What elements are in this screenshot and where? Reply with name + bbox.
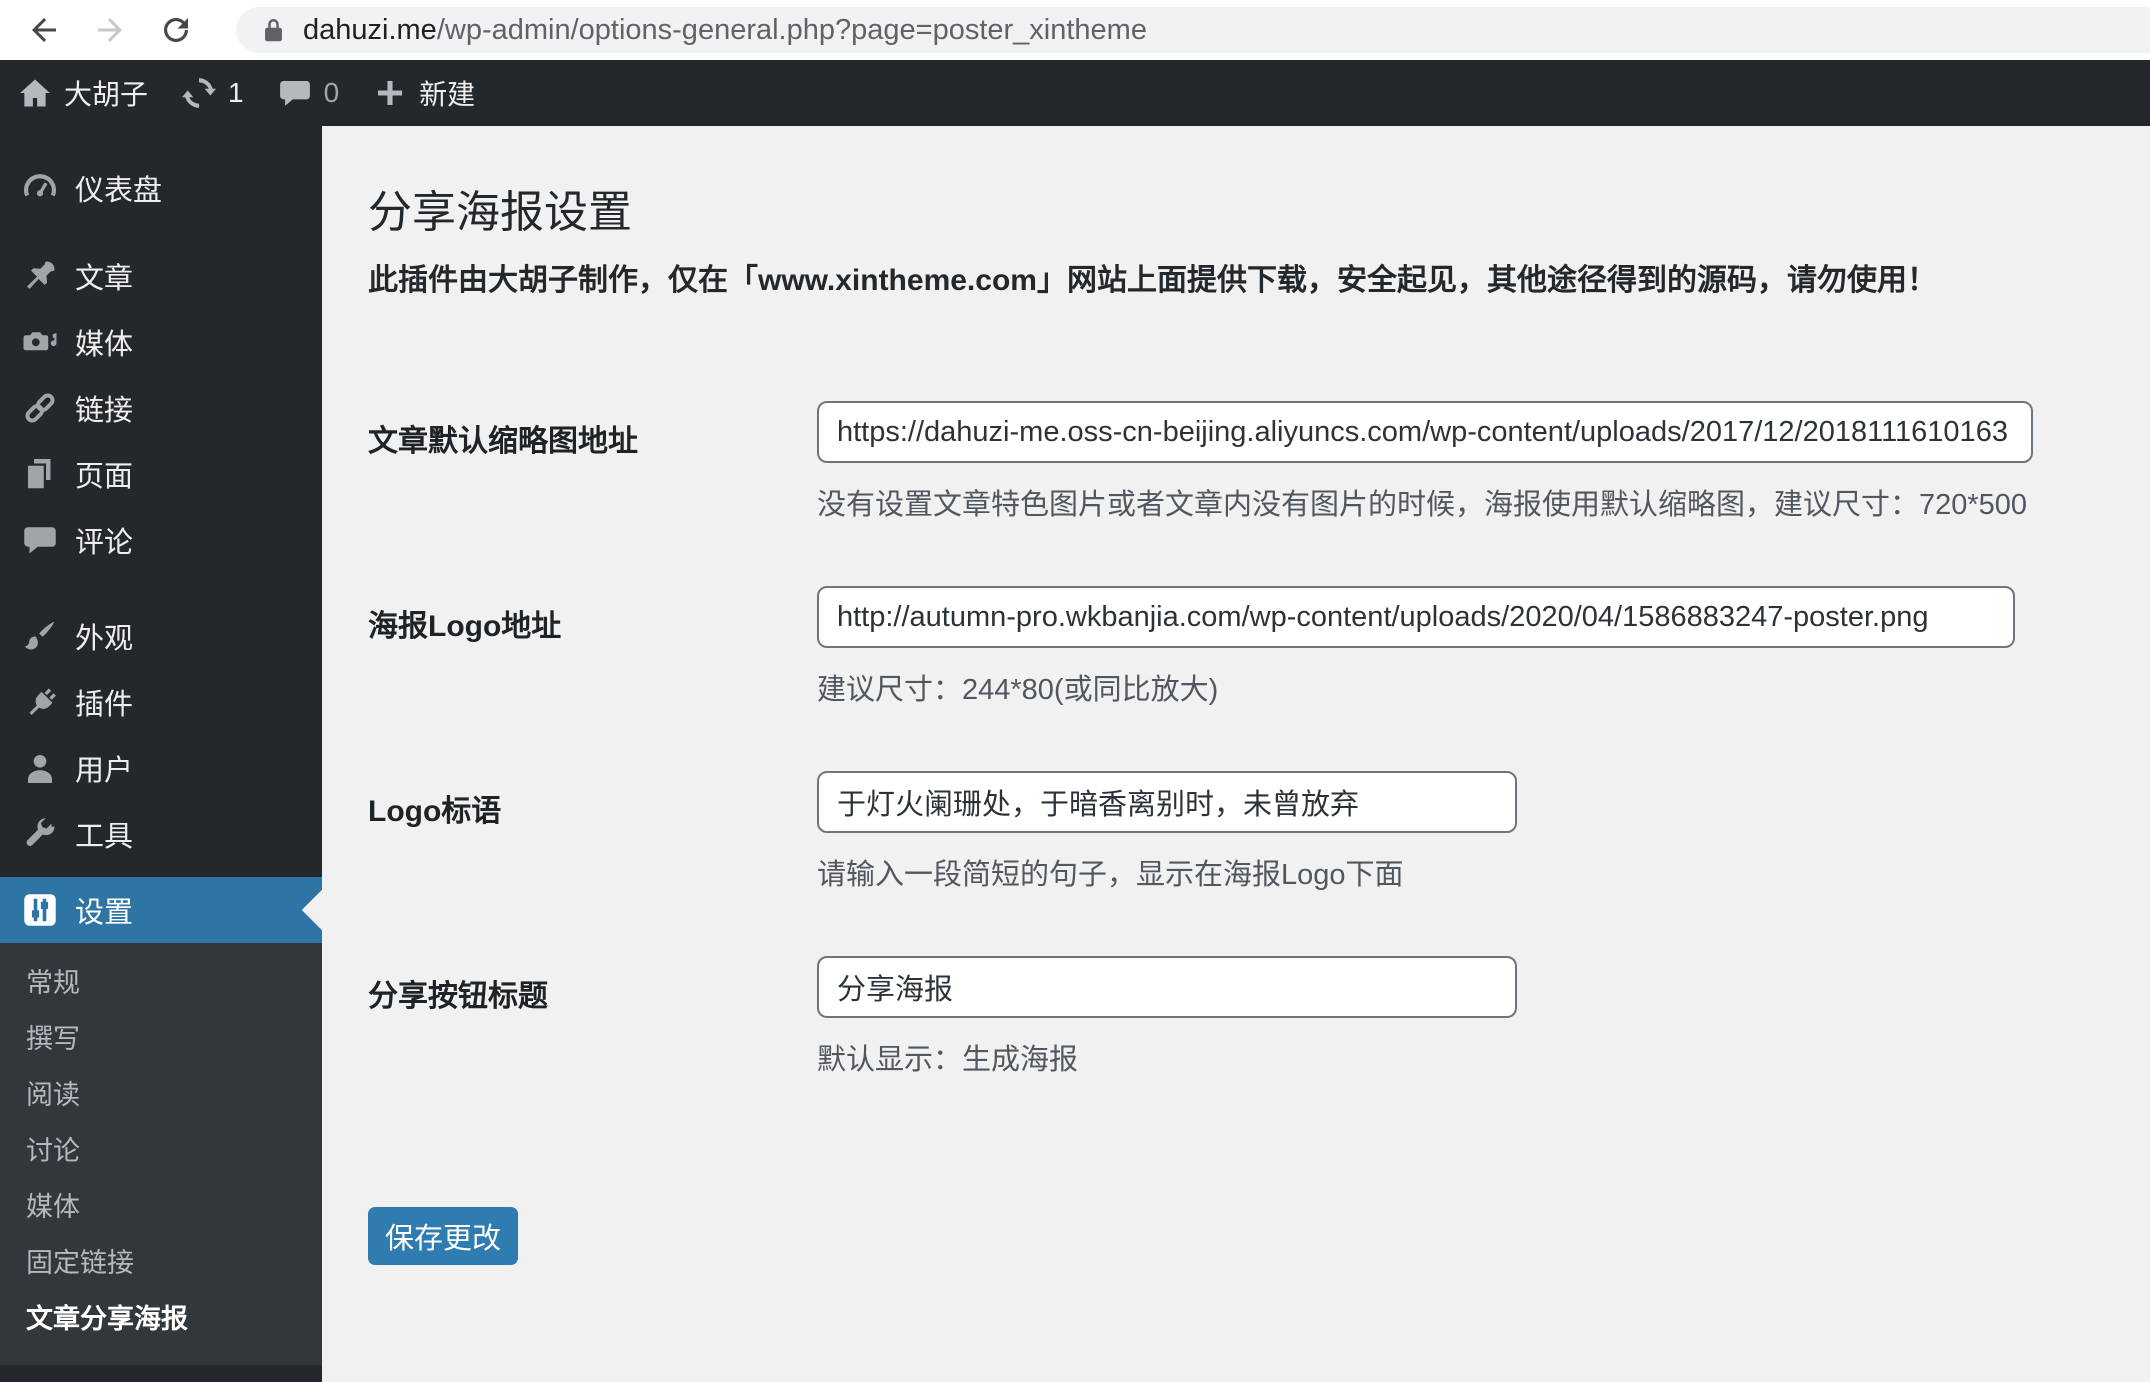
- field-hint: 建议尺寸：244*80(或同比放大): [817, 674, 1219, 707]
- submenu-item-general[interactable]: 常规: [0, 955, 322, 1011]
- comments-bubble-icon: [22, 522, 58, 558]
- form-row-thumbnail-url: 文章默认缩略图地址 没有设置文章特色图片或者文章内没有图片的时候，海报使用默认缩…: [368, 401, 2040, 523]
- field-label: 文章默认缩略图地址: [368, 425, 638, 459]
- address-bar[interactable]: dahuzi.me/wp-admin/options-general.php?p…: [236, 7, 2150, 53]
- admin-menu: 仪表盘 文章 媒体 链接 页面 评论 外观 插件 用户 工具 设置 常规 撰写 …: [0, 126, 322, 1365]
- url-path: /wp-admin/options-general.php?page=poste…: [436, 13, 1147, 46]
- wp-admin-bar: 大胡子 1 0 新建: [0, 60, 2150, 126]
- dashboard-icon: [22, 170, 58, 206]
- field-label: 海报Logo地址: [368, 610, 562, 644]
- sidebar-item-label: 工具: [75, 821, 134, 853]
- field-control: 建议尺寸：244*80(或同比放大): [817, 586, 2015, 708]
- save-changes-button[interactable]: 保存更改: [368, 1207, 519, 1266]
- site-name: 大胡子: [64, 79, 149, 110]
- appearance-brush-icon: [22, 618, 58, 654]
- field-label: Logo标语: [368, 795, 502, 829]
- admin-bar-site-menu[interactable]: 大胡子: [18, 73, 148, 113]
- sidebar-item-label: 链接: [75, 395, 134, 427]
- sidebar-item-media[interactable]: 媒体: [0, 309, 322, 375]
- sidebar-item-label: 仪表盘: [75, 175, 163, 207]
- submenu-item-permalinks[interactable]: 固定链接: [0, 1235, 322, 1291]
- field-control: 没有设置文章特色图片或者文章内没有图片的时候，海报使用默认缩略图，建议尺寸：72…: [817, 401, 2033, 523]
- submenu-item-reading[interactable]: 阅读: [0, 1067, 322, 1123]
- sidebar-item-label: 用户: [75, 755, 134, 787]
- posts-pin-icon: [22, 258, 58, 294]
- form-row-logo-slogan: Logo标语 请输入一段简短的句子，显示在海报Logo下面: [368, 771, 2040, 893]
- field-hint: 请输入一段简短的句子，显示在海报Logo下面: [817, 859, 1404, 892]
- form-row-share-button-title: 分享按钮标题 默认显示：生成海报: [368, 956, 2040, 1078]
- field-control: 默认显示：生成海报: [817, 956, 1517, 1078]
- browser-toolbar: dahuzi.me/wp-admin/options-general.php?p…: [0, 0, 2150, 60]
- sidebar-item-label: 评论: [75, 527, 134, 559]
- sidebar-item-tools[interactable]: 工具: [0, 801, 322, 867]
- home-icon: [18, 76, 52, 110]
- browser-reload-button[interactable]: [158, 12, 194, 48]
- sidebar-item-label: 外观: [75, 623, 134, 655]
- admin-bar-comments[interactable]: 0: [278, 76, 340, 110]
- browser-back-button[interactable]: [26, 12, 62, 48]
- field-control: 请输入一段简短的句子，显示在海报Logo下面: [817, 771, 1517, 893]
- sidebar-item-links[interactable]: 链接: [0, 375, 322, 441]
- sidebar-item-label: 插件: [75, 689, 134, 721]
- sidebar-item-label: 文章: [75, 263, 134, 295]
- comment-bubble-icon: [278, 76, 312, 110]
- settings-sliders-icon: [22, 892, 58, 928]
- sidebar-item-label: 媒体: [75, 329, 134, 361]
- sidebar-item-plugins[interactable]: 插件: [0, 669, 322, 735]
- url-host: dahuzi.me: [303, 13, 437, 46]
- plugins-plug-icon: [22, 684, 58, 720]
- sidebar-item-posts[interactable]: 文章: [0, 243, 322, 309]
- sidebar-item-dashboard[interactable]: 仪表盘: [0, 155, 322, 221]
- sidebar-item-pages[interactable]: 页面: [0, 441, 322, 507]
- share-button-title-input[interactable]: [817, 956, 1517, 1019]
- field-hint: 没有设置文章特色图片或者文章内没有图片的时候，海报使用默认缩略图，建议尺寸：72…: [817, 489, 2028, 522]
- submenu-item-share-poster[interactable]: 文章分享海报: [0, 1291, 322, 1347]
- menu-separator: [0, 221, 322, 243]
- update-icon: [182, 76, 217, 110]
- sidebar-item-users[interactable]: 用户: [0, 735, 322, 801]
- submenu-item-discussion[interactable]: 讨论: [0, 1123, 322, 1179]
- menu-separator: [0, 867, 322, 877]
- update-count: 1: [228, 77, 244, 108]
- lock-icon: [260, 17, 287, 44]
- browser-forward-button[interactable]: [92, 12, 128, 48]
- pages-icon: [22, 456, 58, 492]
- admin-layout: 仪表盘 文章 媒体 链接 页面 评论 外观 插件 用户 工具 设置 常规 撰写 …: [0, 126, 2150, 1382]
- media-camera-icon: [22, 324, 58, 360]
- links-chain-icon: [22, 390, 58, 426]
- tools-wrench-icon: [22, 816, 58, 852]
- page-title: 分享海报设置: [368, 188, 632, 237]
- menu-separator: [0, 573, 322, 603]
- admin-sidebar: 仪表盘 文章 媒体 链接 页面 评论 外观 插件 用户 工具 设置 常规 撰写 …: [0, 126, 322, 1382]
- poster-logo-url-input[interactable]: [817, 586, 2015, 649]
- users-icon: [22, 750, 58, 786]
- plus-icon: [373, 76, 407, 110]
- comment-count: 0: [323, 77, 340, 108]
- admin-bar-updates[interactable]: 1: [182, 76, 244, 110]
- sidebar-filler: [0, 1365, 322, 1382]
- submenu-item-media[interactable]: 媒体: [0, 1179, 322, 1235]
- default-thumbnail-url-input[interactable]: [817, 401, 2033, 464]
- sidebar-item-comments[interactable]: 评论: [0, 507, 322, 573]
- settings-page: 分享海报设置 此插件由大胡子制作，仅在「www.xintheme.com」网站上…: [322, 126, 2150, 1382]
- field-hint: 默认显示：生成海报: [817, 1044, 1079, 1077]
- plugin-notice: 此插件由大胡子制作，仅在「www.xintheme.com」网站上面提供下载，安…: [368, 264, 1937, 298]
- sidebar-item-label: 设置: [75, 897, 134, 929]
- sidebar-item-label: 页面: [75, 461, 134, 493]
- form-row-logo-url: 海报Logo地址 建议尺寸：244*80(或同比放大): [368, 586, 2040, 708]
- settings-submenu: 常规 撰写 阅读 讨论 媒体 固定链接 文章分享海报: [0, 943, 322, 1365]
- logo-slogan-input[interactable]: [817, 771, 1517, 834]
- field-label: 分享按钮标题: [368, 980, 548, 1014]
- sidebar-item-appearance[interactable]: 外观: [0, 603, 322, 669]
- admin-bar-new[interactable]: 新建: [373, 73, 475, 113]
- new-label: 新建: [419, 79, 476, 110]
- submenu-item-writing[interactable]: 撰写: [0, 1011, 322, 1067]
- sidebar-item-settings[interactable]: 设置: [0, 877, 322, 943]
- settings-form: 文章默认缩略图地址 没有设置文章特色图片或者文章内没有图片的时候，海报使用默认缩…: [368, 401, 2040, 1266]
